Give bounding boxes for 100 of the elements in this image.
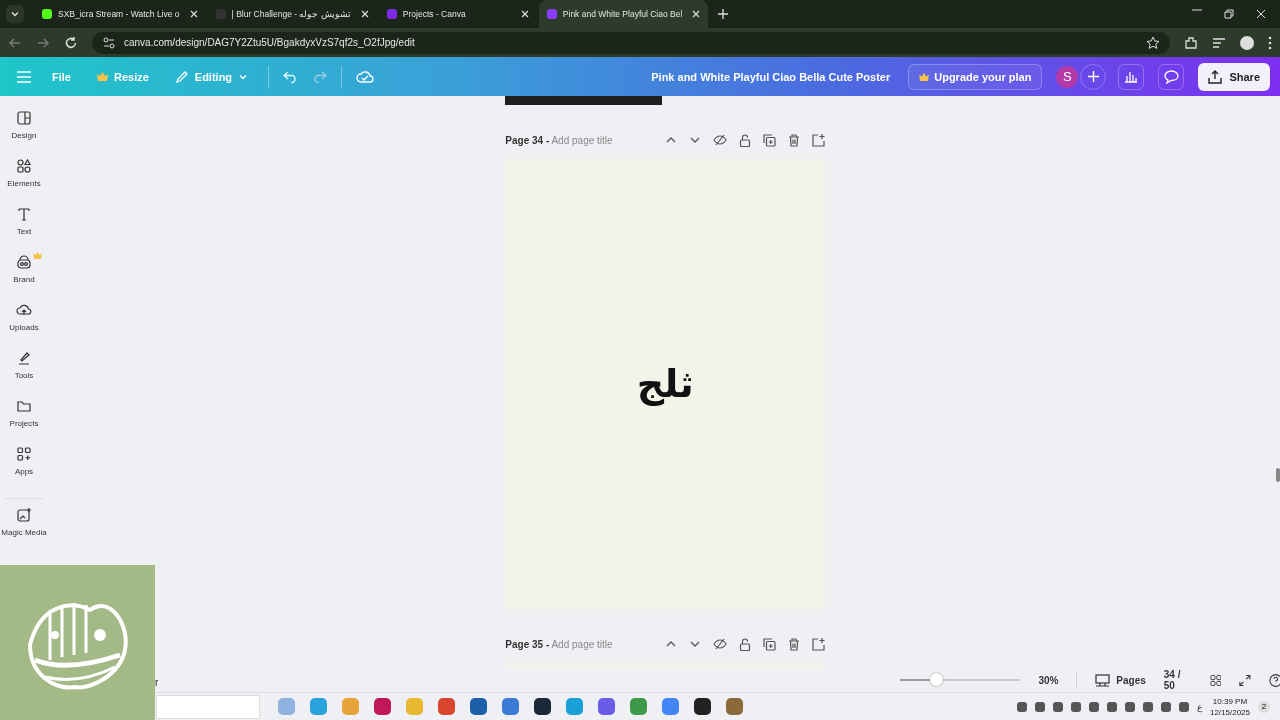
sidebar-item[interactable]: Brand	[0, 254, 48, 302]
comment-icon	[1163, 69, 1179, 84]
apps-icon	[16, 446, 32, 462]
taskbar-app-icon[interactable]	[694, 698, 711, 715]
pages-icon	[1095, 673, 1111, 687]
tab-list-button[interactable]	[6, 5, 24, 23]
duplicate-icon[interactable]	[763, 133, 777, 147]
pages-button[interactable]: Pages	[1095, 673, 1146, 687]
sidebar-item[interactable]: Text	[0, 206, 48, 254]
add-page-icon[interactable]	[812, 637, 826, 651]
sidebar-item[interactable]: Tools	[0, 350, 48, 398]
reload-icon[interactable]	[64, 35, 78, 50]
tray-icon[interactable]	[1142, 701, 1153, 712]
site-icon	[546, 9, 557, 19]
page-title[interactable]: Page 35 - Add page title	[505, 638, 613, 650]
hide-icon[interactable]	[713, 638, 728, 650]
tray-icon[interactable]	[1070, 701, 1081, 712]
crown-icon	[919, 72, 930, 81]
delete-icon[interactable]	[788, 133, 801, 147]
bookmark-star-icon[interactable]	[1146, 35, 1160, 50]
unlock-icon[interactable]	[739, 133, 752, 147]
duplicate-icon[interactable]	[763, 637, 777, 651]
hide-icon[interactable]	[713, 134, 728, 146]
fullscreen-icon[interactable]	[1239, 673, 1252, 687]
restore-icon[interactable]	[1224, 9, 1234, 19]
uploads-icon	[16, 302, 32, 318]
magic-icon	[16, 507, 32, 523]
insights-button[interactable]	[1118, 63, 1145, 90]
elements-icon	[16, 158, 32, 174]
close-icon[interactable]	[189, 10, 198, 18]
sidebar-item[interactable]: Magic Media	[0, 507, 48, 555]
cloud-saved-icon[interactable]	[356, 69, 375, 84]
sidebar-item[interactable]: Elements	[0, 158, 48, 206]
add-page-icon[interactable]	[812, 133, 826, 147]
share-button[interactable]: Share	[1198, 62, 1270, 91]
text-icon	[16, 206, 32, 222]
browser-tab[interactable]: Pink and White Playful Ciao Bel	[538, 0, 709, 28]
page-counter: 34 / 50	[1163, 669, 1182, 691]
plus-icon	[1087, 71, 1099, 82]
zoom-level[interactable]: 30%	[1038, 674, 1059, 686]
delete-icon[interactable]	[788, 637, 801, 651]
sidebar-item[interactable]: Uploads	[0, 302, 48, 350]
tools-icon	[16, 350, 32, 366]
zoom-slider-thumb[interactable]	[930, 673, 944, 686]
close-icon[interactable]	[520, 10, 529, 18]
tray-icon[interactable]	[1160, 701, 1171, 712]
close-icon[interactable]	[360, 10, 369, 18]
user-avatar[interactable]: S	[1056, 65, 1079, 88]
taskbar-app-icon[interactable]	[534, 698, 551, 715]
more-icon[interactable]	[1268, 35, 1272, 50]
clock[interactable]: 10:39 PM 12/15/2025	[1209, 695, 1250, 718]
grid-view-icon[interactable]	[1209, 673, 1222, 687]
help-icon[interactable]	[1269, 672, 1280, 688]
new-tab-icon[interactable]	[718, 9, 729, 19]
tray-icon[interactable]	[1016, 701, 1027, 712]
profile-avatar[interactable]	[1240, 35, 1254, 50]
taskbar-search-text: r	[155, 677, 159, 688]
comment-button[interactable]	[1158, 63, 1185, 90]
extensions-icon[interactable]	[1184, 35, 1198, 50]
design-icon	[16, 110, 32, 126]
tray-icon[interactable]	[1124, 701, 1135, 712]
pencil-icon	[174, 69, 189, 84]
browser-tab[interactable]: | Blur Challenge - تشويش جوله	[207, 0, 377, 28]
close-icon[interactable]	[1256, 9, 1266, 19]
site-settings-icon[interactable]	[102, 35, 116, 50]
site-icon	[42, 9, 52, 19]
browser-tab[interactable]: Projects - Canva	[378, 0, 537, 28]
crown-icon	[33, 252, 42, 259]
upload-icon	[1208, 69, 1223, 84]
back-icon[interactable]	[8, 35, 22, 50]
tray-icon[interactable]	[1034, 701, 1045, 712]
bar-chart-icon	[1124, 70, 1139, 83]
site-icon	[386, 9, 397, 19]
design-title[interactable]: Pink and White Playful Ciao Bella Cute Poster	[651, 70, 891, 83]
language-indicator[interactable]: ع	[1196, 701, 1202, 712]
notification-button[interactable]: 2	[1258, 700, 1270, 713]
tray-icon[interactable]	[1178, 701, 1189, 712]
tray-icon[interactable]	[1106, 701, 1117, 712]
page-text[interactable]: ثلج	[636, 362, 694, 406]
browser-tab[interactable]: SXB_icra Stream - Watch Live o	[34, 0, 206, 28]
forward-icon[interactable]	[36, 35, 50, 50]
taskbar-search-field[interactable]	[156, 694, 260, 719]
design-page[interactable]: ثلج	[505, 159, 826, 609]
brand-icon	[16, 254, 32, 270]
media-icon[interactable]	[1212, 35, 1226, 50]
chevron-down-icon	[10, 9, 20, 19]
crown-icon	[96, 72, 108, 81]
close-icon[interactable]	[692, 10, 701, 18]
tray-icon[interactable]	[1052, 701, 1063, 712]
sidebar-item[interactable]: Apps	[0, 446, 48, 494]
unlock-icon[interactable]	[739, 637, 752, 651]
scrollbar-thumb[interactable]	[1275, 468, 1280, 482]
address-bar[interactable]: canva.com/design/DAG7Y2Ztu5U/BgakdyxVzS7qf2s_O2fJpg/edit	[92, 31, 1170, 54]
page-title[interactable]: Page 34 - Add page title	[505, 134, 613, 146]
sidebar-item[interactable]: Projects	[0, 398, 48, 446]
site-icon	[215, 9, 226, 19]
tray-icon[interactable]	[1088, 701, 1099, 712]
sidebar-item[interactable]: Design	[0, 110, 48, 158]
upgrade-button[interactable]: Upgrade your plan	[908, 63, 1043, 90]
projects-icon	[16, 398, 32, 414]
